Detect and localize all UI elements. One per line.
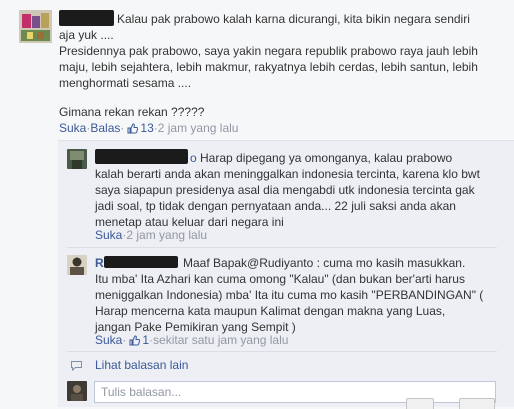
comment-actions: Suka · Balas · 13 · 2 jam yang lalu (59, 121, 238, 136)
like-link[interactable]: Suka (95, 333, 122, 348)
like-count-link[interactable]: 1 (126, 333, 149, 348)
speech-bubble-icon (71, 361, 82, 371)
avatar-image (67, 149, 87, 169)
reply-input[interactable]: Tulis balasan... (94, 381, 496, 403)
avatar-image (19, 10, 52, 43)
reply-text-line-2: Itu mba' Ita Azhari kan cuma omong "Kala… (95, 272, 465, 286)
reply-avatar[interactable] (67, 149, 87, 169)
reply-text-line-1: Maaf Bapak@Rudiyanto : cuma mo kasih mas… (183, 256, 466, 270)
replier-name-redacted (95, 149, 188, 164)
replier-name-initial[interactable]: R (95, 255, 104, 271)
comment-text-line-3: Presidennya pak prabowo, saya yakin nega… (59, 44, 478, 58)
reply-text-line-3: meniggalkan Indonesia) mba' Ita itu cuma… (95, 288, 484, 302)
comment-text-line-5: menghormati sesama .... (59, 76, 192, 90)
avatar-image (67, 381, 87, 401)
reply-text-line-2: kalah berarti anda akan meninggalkan ind… (95, 167, 480, 181)
reply-divider (67, 247, 497, 248)
bottom-button[interactable] (406, 398, 434, 409)
reply-text-line-1: Harap dipegang ya omonganya, kalau prabo… (200, 151, 453, 165)
current-user-avatar (67, 381, 87, 401)
reply-avatar[interactable] (67, 255, 87, 275)
reply-timestamp[interactable]: sekitar satu jam yang lalu (153, 333, 288, 348)
reply-timestamp[interactable]: 2 jam yang lalu (126, 228, 207, 243)
like-link[interactable]: Suka (95, 228, 122, 243)
comment-text-line-6: Gimana rekan rekan ????? (59, 105, 205, 119)
thumbs-up-icon (129, 335, 141, 346)
replier-name-suffix[interactable]: o (190, 150, 197, 166)
more-replies-link[interactable]: Lihat balasan lain (95, 357, 188, 373)
reply-actions: Suka · 1 · sekitar satu jam yang lalu (95, 333, 288, 348)
replier-name-redacted (104, 256, 178, 268)
reply-actions: Suka · 2 jam yang lalu (95, 228, 207, 243)
like-count: 13 (140, 121, 154, 135)
reply-divider (67, 351, 497, 352)
reply-text-line-3: saya siapapun presidenya asal dia mengab… (95, 183, 475, 197)
like-count-link[interactable]: 13 (124, 121, 154, 136)
reply-link[interactable]: Balas (90, 121, 120, 136)
comment-text-line-4: maju, lebih sejahtera, lebih makmur, rak… (59, 60, 478, 74)
commenter-avatar[interactable] (19, 10, 52, 43)
comment-text-line-1: Kalau pak prabowo kalah karna dicurangi,… (117, 12, 470, 26)
commenter-name-redacted (59, 10, 114, 26)
like-count: 1 (142, 333, 150, 347)
bottom-button[interactable] (459, 398, 495, 409)
reply-text-line-4: Harap mencerna kata maupun Kalimat denga… (95, 304, 446, 318)
thumbs-up-icon (127, 123, 139, 134)
comment-timestamp[interactable]: 2 jam yang lalu (158, 121, 239, 136)
like-link[interactable]: Suka (59, 121, 86, 136)
reply-text-line-4: jadi soal, tp tidak dengan pernyataan an… (95, 199, 456, 213)
avatar-image (67, 255, 87, 275)
comment-text-line-2: aja yuk .... (59, 28, 114, 42)
